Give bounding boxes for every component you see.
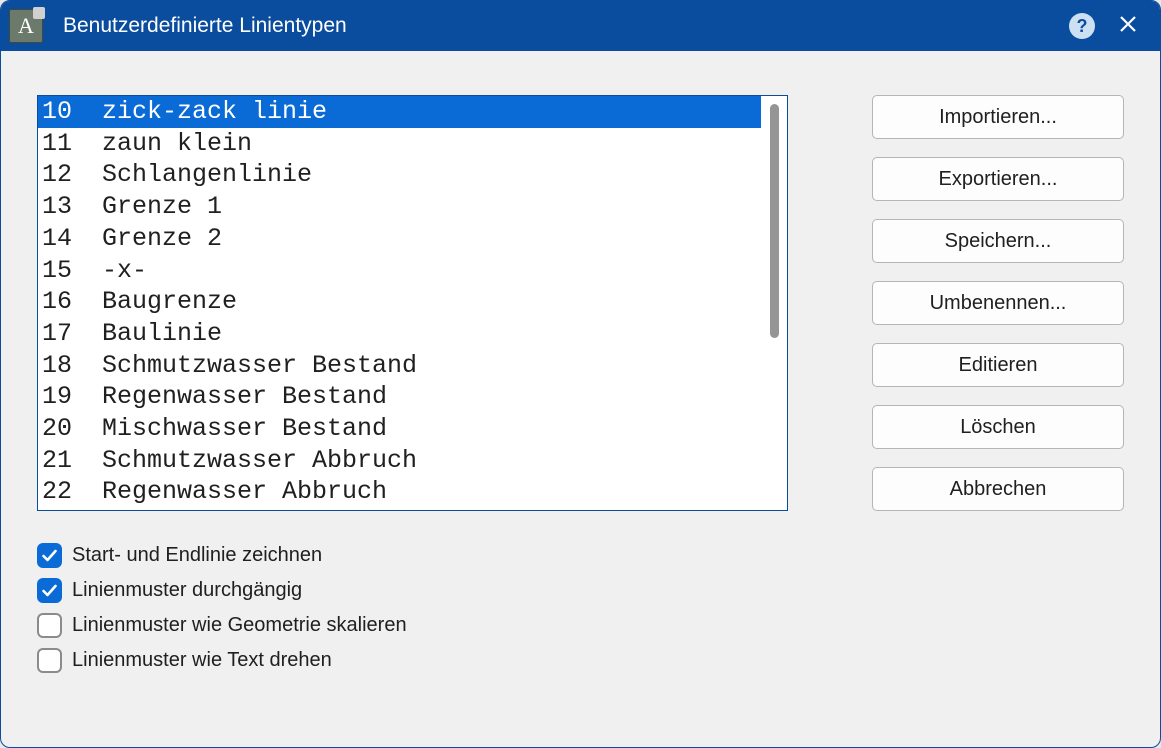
- content-area: 10 zick-zack linie11 zaun klein12 Schlan…: [1, 51, 1160, 747]
- export-button[interactable]: Exportieren...: [872, 157, 1124, 201]
- checkbox-row[interactable]: Linienmuster wie Geometrie skalieren: [37, 613, 788, 638]
- list-item[interactable]: 16 Baugrenze: [38, 286, 761, 318]
- list-item[interactable]: 14 Grenze 2: [38, 223, 761, 255]
- list-item[interactable]: 18 Schmutzwasser Bestand: [38, 350, 761, 382]
- left-column: 10 zick-zack linie11 zaun klein12 Schlan…: [37, 95, 788, 711]
- close-icon: [1118, 14, 1138, 39]
- cancel-button[interactable]: Abbrechen: [872, 467, 1124, 511]
- linetype-listbox[interactable]: 10 zick-zack linie11 zaun klein12 Schlan…: [37, 95, 788, 511]
- help-icon: ?: [1069, 13, 1095, 39]
- list-item[interactable]: 12 Schlangenlinie: [38, 159, 761, 191]
- checkbox-icon[interactable]: [37, 648, 62, 673]
- checkbox-label: Start- und Endlinie zeichnen: [72, 544, 322, 567]
- save-button[interactable]: Speichern...: [872, 219, 1124, 263]
- checkbox-row[interactable]: Linienmuster wie Text drehen: [37, 648, 788, 673]
- list-item[interactable]: 21 Schmutzwasser Abbruch: [38, 445, 761, 477]
- checkbox-icon[interactable]: [37, 543, 62, 568]
- app-icon: A: [9, 9, 43, 43]
- list-item[interactable]: 20 Mischwasser Bestand: [38, 413, 761, 445]
- scroll-thumb[interactable]: [770, 104, 779, 338]
- list-item[interactable]: 17 Baulinie: [38, 318, 761, 350]
- checkbox-row[interactable]: Start- und Endlinie zeichnen: [37, 543, 788, 568]
- checkbox-label: Linienmuster durchgängig: [72, 579, 302, 602]
- list-item[interactable]: 19 Regenwasser Bestand: [38, 381, 761, 413]
- import-button[interactable]: Importieren...: [872, 95, 1124, 139]
- button-column: Importieren... Exportieren... Speichern.…: [872, 95, 1124, 711]
- checkbox-label: Linienmuster wie Text drehen: [72, 649, 332, 672]
- checkbox-icon[interactable]: [37, 578, 62, 603]
- list-scrollbar[interactable]: [761, 96, 787, 510]
- list-item[interactable]: 15 -x-: [38, 255, 761, 287]
- close-button[interactable]: [1110, 8, 1146, 44]
- window-title: Benutzerdefinierte Linientypen: [63, 14, 347, 38]
- list-item[interactable]: 11 zaun klein: [38, 128, 761, 160]
- list-item[interactable]: 10 zick-zack linie: [38, 96, 761, 128]
- help-button[interactable]: ?: [1064, 8, 1100, 44]
- titlebar: A Benutzerdefinierte Linientypen ?: [1, 1, 1160, 51]
- list-item[interactable]: 13 Grenze 1: [38, 191, 761, 223]
- edit-button[interactable]: Editieren: [872, 343, 1124, 387]
- checkbox-row[interactable]: Linienmuster durchgängig: [37, 578, 788, 603]
- checkbox-icon[interactable]: [37, 613, 62, 638]
- rename-button[interactable]: Umbenennen...: [872, 281, 1124, 325]
- checkbox-label: Linienmuster wie Geometrie skalieren: [72, 614, 407, 637]
- checkbox-group: Start- und Endlinie zeichnen Linienmuster…: [37, 543, 788, 673]
- list-item[interactable]: 22 Regenwasser Abbruch: [38, 476, 761, 508]
- delete-button[interactable]: Löschen: [872, 405, 1124, 449]
- dialog-window: A Benutzerdefinierte Linientypen ? 10 zi…: [0, 0, 1161, 748]
